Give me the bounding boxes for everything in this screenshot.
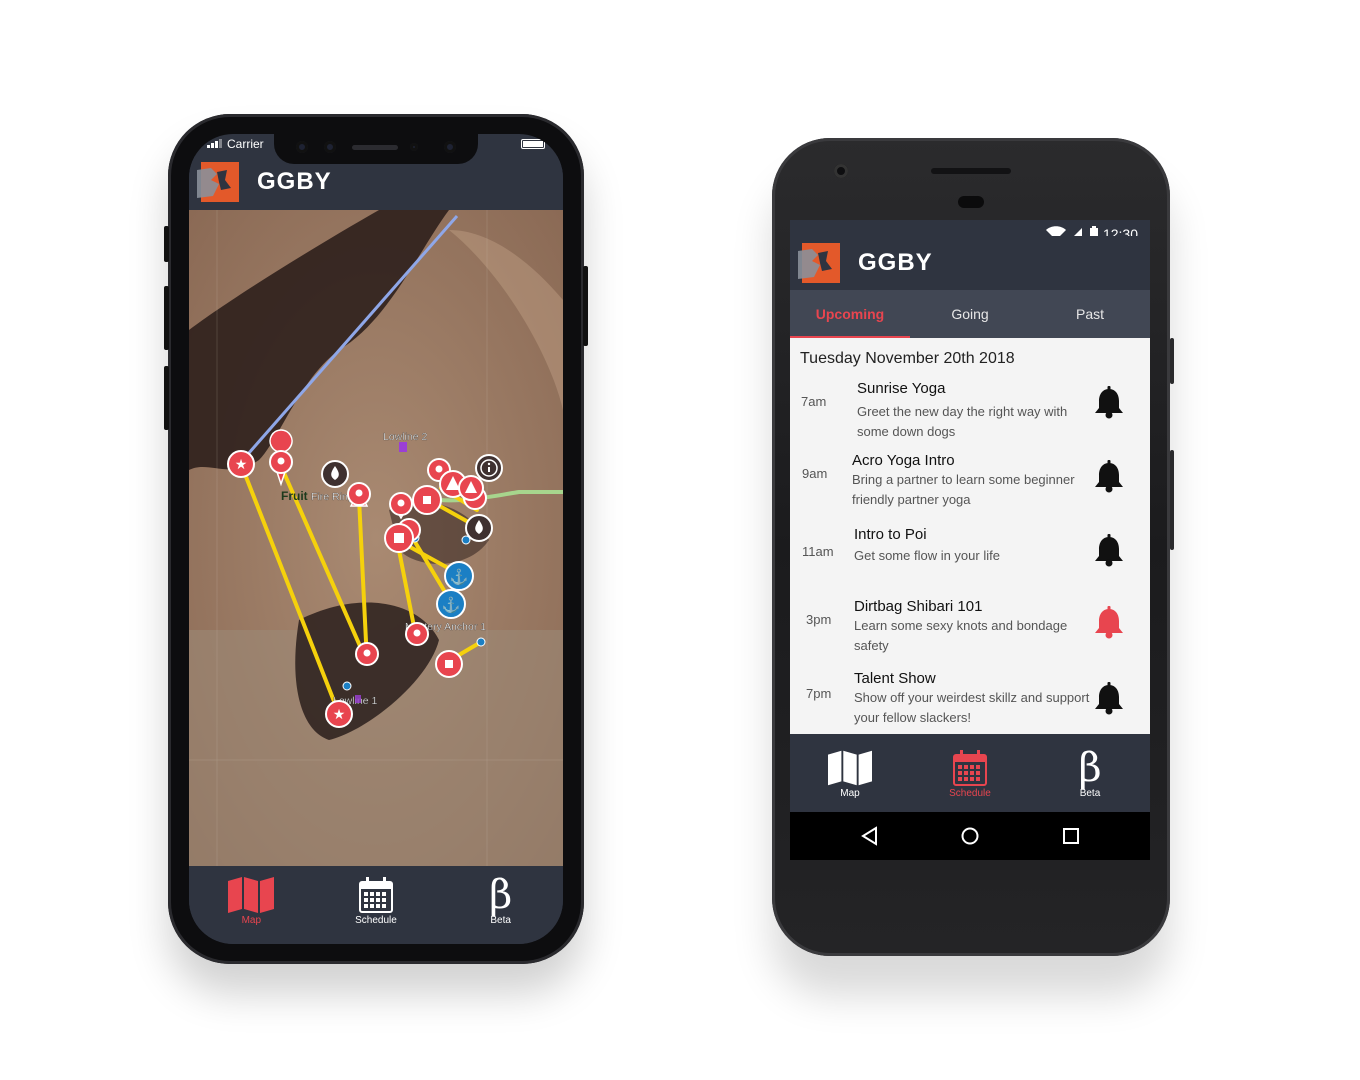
proximity-sensor <box>958 196 984 208</box>
event-time: 11am <box>802 544 834 559</box>
bell-active-icon[interactable] <box>1092 606 1126 640</box>
event-time: 9am <box>802 466 828 481</box>
schedule-list: Tuesday November 20th 2018 7am Sunrise Y… <box>790 338 1150 734</box>
nav-schedule-label: Schedule <box>949 787 991 799</box>
event-time: 3pm <box>806 612 832 627</box>
ggby-logo-icon <box>798 241 842 285</box>
calendar-icon <box>358 875 393 915</box>
app-title: GGBY <box>257 168 332 195</box>
beta-icon: β <box>1078 744 1102 791</box>
campfire-marker-icon[interactable] <box>321 460 349 488</box>
notch <box>274 134 478 164</box>
ggby-logo-icon <box>197 160 241 204</box>
system-nav-bar <box>790 812 1150 860</box>
nav-map-label: Map <box>241 914 262 926</box>
iphone-screen: Carrier GGBY Lowline 2 Fire Ring 6 Myste… <box>189 134 563 944</box>
android-screen: 12:30 GGBY Upcoming Going Past Tuesday N… <box>790 220 1150 860</box>
event-item[interactable]: 3pm Dirtbag Shibari 101 Learn some sexy … <box>790 596 1150 658</box>
square-marker-icon[interactable] <box>435 650 463 678</box>
warning-marker-icon[interactable] <box>458 475 484 501</box>
event-description: Greet the new day the right way with som… <box>857 404 1068 439</box>
square-marker-icon[interactable] <box>384 523 414 553</box>
event-item[interactable]: 9am Acro Yoga Intro Bring a partner to l… <box>790 450 1150 512</box>
event-title: Dirtbag Shibari 101 <box>854 598 983 615</box>
calendar-icon <box>953 748 987 788</box>
svg-text:⚓: ⚓ <box>442 596 461 614</box>
mockup-stage: Carrier GGBY Lowline 2 Fire Ring 6 Myste… <box>0 0 1360 1080</box>
svg-text:⚓: ⚓ <box>450 568 469 586</box>
mute-switch <box>164 226 169 262</box>
svg-text:★: ★ <box>235 456 248 472</box>
nav-beta-label: Beta <box>1079 787 1101 799</box>
signal-icon <box>207 139 222 148</box>
back-icon[interactable] <box>860 826 878 846</box>
map-label-lowline2: Lowline 2 <box>383 431 428 443</box>
bell-icon[interactable] <box>1092 460 1126 494</box>
event-description: Show off your weirdest skillz and suppor… <box>854 690 1090 725</box>
recents-icon[interactable] <box>1062 827 1080 845</box>
volume-up-button <box>164 286 169 350</box>
event-title: Sunrise Yoga <box>857 380 946 397</box>
nav-map[interactable]: Map <box>196 875 306 926</box>
bottom-nav: Map Schedule β Beta <box>189 866 563 944</box>
event-item[interactable]: 11am Intro to Poi Get some flow in your … <box>790 526 1150 576</box>
nav-beta[interactable]: β Beta <box>446 875 556 926</box>
nav-schedule[interactable]: Schedule <box>915 748 1025 799</box>
star-marker-icon[interactable]: ★ <box>325 700 353 728</box>
nav-map[interactable]: Map <box>795 748 905 799</box>
battery-icon <box>521 139 545 149</box>
carrier-label: Carrier <box>227 137 264 151</box>
nav-beta-label: Beta <box>490 914 511 926</box>
anchor-marker-icon[interactable]: ⚓ <box>444 561 474 591</box>
event-title: Talent Show <box>854 670 936 687</box>
event-item[interactable]: 7am Sunrise Yoga Greet the new day the r… <box>790 378 1150 444</box>
event-description: Learn some sexy knots and bondage safety <box>854 618 1068 653</box>
nav-map-label: Map <box>840 787 860 799</box>
tab-upcoming[interactable]: Upcoming <box>790 290 910 338</box>
event-item[interactable]: 7pm Talent Show Show off your weirdest s… <box>790 670 1150 732</box>
info-marker-icon[interactable] <box>475 454 503 482</box>
anchor-marker-icon[interactable]: ⚓ <box>436 589 466 619</box>
bottom-nav: Map Schedule β Beta <box>790 734 1150 812</box>
front-camera <box>834 164 848 178</box>
date-heading: Tuesday November 20th 2018 <box>800 350 1015 367</box>
svg-text:★: ★ <box>333 706 346 722</box>
campfire-marker-icon[interactable] <box>465 514 493 542</box>
volume-down-button <box>164 366 169 430</box>
power-button <box>1170 338 1174 384</box>
map-icon <box>228 875 275 915</box>
bell-icon[interactable] <box>1092 682 1126 716</box>
iphone-device: Carrier GGBY Lowline 2 Fire Ring 6 Myste… <box>164 114 588 964</box>
bell-icon[interactable] <box>1092 534 1126 568</box>
android-device: 12:30 GGBY Upcoming Going Past Tuesday N… <box>772 138 1174 956</box>
bell-icon[interactable] <box>1092 386 1126 420</box>
beta-icon: β <box>489 871 513 918</box>
square-marker-icon[interactable] <box>412 485 442 515</box>
event-description: Get some flow in your life <box>854 548 1000 563</box>
app-title: GGBY <box>858 249 933 276</box>
schedule-tabs: Upcoming Going Past <box>790 290 1150 338</box>
event-title: Intro to Poi <box>854 526 927 543</box>
tab-going[interactable]: Going <box>910 290 1030 338</box>
event-time: 7am <box>801 394 827 409</box>
event-time: 7pm <box>806 686 832 701</box>
volume-button <box>1170 450 1174 550</box>
lowline2-marker[interactable] <box>399 442 407 452</box>
earpiece <box>931 168 1011 174</box>
nav-schedule-label: Schedule <box>355 914 397 926</box>
nav-beta[interactable]: β Beta <box>1035 748 1145 799</box>
power-button <box>583 266 588 346</box>
event-description: Bring a partner to learn some beginner f… <box>852 472 1075 507</box>
app-header: GGBY <box>790 236 1150 290</box>
map-icon <box>828 748 872 788</box>
nav-schedule[interactable]: Schedule <box>321 875 431 926</box>
event-title: Acro Yoga Intro <box>852 452 955 469</box>
satellite-map[interactable]: Lowline 2 Fire Ring 6 Mystery Anchor 1 L… <box>189 210 563 866</box>
tab-past[interactable]: Past <box>1030 290 1150 338</box>
map-label-fruit: Fruit <box>281 489 308 503</box>
star-marker-icon[interactable]: ★ <box>227 450 255 478</box>
home-icon[interactable] <box>960 826 980 846</box>
